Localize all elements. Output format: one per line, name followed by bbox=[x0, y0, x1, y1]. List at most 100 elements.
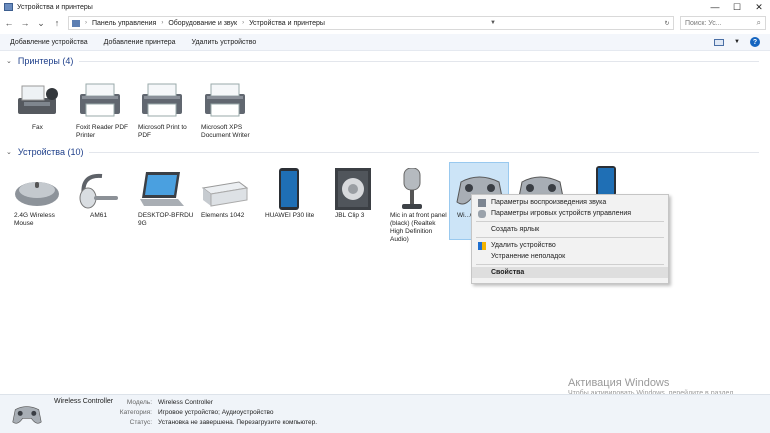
breadcrumb[interactable]: › Панель управления › Оборудование и зву… bbox=[68, 16, 674, 30]
breadcrumb-separator-icon: › bbox=[242, 20, 245, 26]
devices-group-header[interactable]: ⌄ Устройства (10) bbox=[6, 147, 760, 157]
window-title: Устройства и принтеры bbox=[17, 3, 93, 11]
device-label: AM61 bbox=[90, 212, 107, 219]
shield-icon bbox=[478, 242, 486, 250]
devices-window-icon bbox=[4, 3, 13, 11]
printers-group-header[interactable]: ⌄ Принтеры (4) bbox=[6, 56, 760, 66]
hard-drive-icon bbox=[199, 168, 261, 212]
speaker-icon bbox=[478, 199, 486, 207]
speaker-icon bbox=[333, 168, 395, 212]
breadcrumb-separator-icon: › bbox=[85, 20, 87, 26]
close-button[interactable]: ✕ bbox=[748, 0, 770, 14]
device-item-elements[interactable]: Elements 1042 bbox=[199, 168, 261, 220]
printer-icon bbox=[136, 80, 198, 124]
device-label: HUAWEI P30 lite bbox=[265, 212, 315, 219]
breadcrumb-control-panel[interactable]: Панель управления bbox=[92, 20, 156, 27]
context-menu: Параметры воспроизведения звука Параметр… bbox=[471, 194, 669, 284]
breadcrumb-separator-icon: › bbox=[161, 20, 164, 26]
mouse-icon bbox=[12, 168, 74, 212]
group-divider bbox=[79, 60, 760, 62]
menu-separator bbox=[476, 237, 664, 238]
add-device-button[interactable]: Добавление устройства bbox=[10, 39, 88, 46]
device-item-huawei[interactable]: HUAWEI P30 lite bbox=[263, 168, 325, 220]
printer-item-foxit[interactable]: Foxit Reader PDF Printer bbox=[74, 80, 136, 140]
device-item-am61[interactable]: AM61 bbox=[74, 168, 136, 220]
device-label: DESKTOP-BFRDU 9G bbox=[138, 212, 194, 227]
menu-item-create-shortcut[interactable]: Создать ярлык bbox=[472, 224, 668, 235]
activation-title: Активация Windows bbox=[568, 377, 670, 389]
printers-group-title: Принтеры (4) bbox=[17, 56, 74, 66]
breadcrumb-hardware[interactable]: Оборудование и звук bbox=[168, 20, 237, 27]
device-label: Mic in at front panel (black) (Realtek H… bbox=[390, 212, 447, 243]
group-divider bbox=[89, 151, 760, 153]
printer-icon bbox=[199, 80, 261, 124]
title-bar: Устройства и принтеры — ☐ ✕ bbox=[0, 0, 770, 14]
device-label: JBL Clip 3 bbox=[335, 212, 365, 219]
menu-item-remove-device[interactable]: Удалить устройство bbox=[472, 240, 668, 251]
headset-icon bbox=[74, 168, 136, 212]
printer-icon bbox=[74, 80, 136, 124]
category-value: Игровое устройство; Аудиоустройство bbox=[158, 409, 274, 416]
address-bar: ← → ⌄ ↑ › Панель управления › Оборудован… bbox=[0, 14, 770, 32]
device-label: Foxit Reader PDF Printer bbox=[76, 124, 129, 139]
collapse-chevron-icon[interactable]: ⌄ bbox=[6, 148, 12, 156]
back-arrow-icon[interactable]: ← bbox=[4, 18, 14, 28]
menu-item-label: Устранение неполадок bbox=[491, 253, 566, 260]
device-label: Elements 1042 bbox=[201, 212, 245, 219]
control-panel-icon bbox=[72, 19, 80, 27]
history-chevron-icon[interactable]: ⌄ bbox=[36, 18, 46, 29]
device-item-mic[interactable]: Mic in at front panel (black) (Realtek H… bbox=[388, 167, 450, 244]
menu-separator bbox=[476, 221, 664, 222]
category-key: Категория: bbox=[119, 409, 152, 416]
details-title: Wireless Controller bbox=[54, 398, 114, 405]
device-item-jbl[interactable]: JBL Clip 3 bbox=[333, 168, 395, 220]
fax-icon bbox=[12, 80, 74, 124]
menu-item-label: Параметры воспроизведения звука bbox=[491, 199, 607, 206]
status-value: Установка не завершена. Перезагрузите ко… bbox=[158, 419, 318, 426]
devices-group-title: Устройства (10) bbox=[17, 147, 84, 157]
printer-item-fax[interactable]: Fax bbox=[12, 80, 74, 132]
command-bar: Добавление устройства Добавление принтер… bbox=[0, 34, 770, 51]
collapse-chevron-icon[interactable]: ⌄ bbox=[6, 57, 12, 65]
laptop-icon bbox=[136, 168, 198, 212]
menu-item-label: Параметры игровых устройств управления bbox=[491, 210, 632, 217]
menu-item-properties[interactable]: Свойства bbox=[472, 267, 668, 278]
device-item-mouse[interactable]: 2.4G Wireless Mouse bbox=[12, 168, 74, 228]
menu-item-label: Удалить устройство bbox=[491, 242, 556, 249]
search-input[interactable]: Поиск: Ус... ⌕ bbox=[680, 16, 766, 30]
device-label: Microsoft Print to PDF bbox=[138, 124, 187, 139]
help-icon[interactable]: ? bbox=[750, 37, 760, 47]
menu-item-label: Создать ярлык bbox=[491, 226, 540, 233]
menu-item-sound-settings[interactable]: Параметры воспроизведения звука bbox=[472, 197, 668, 208]
menu-item-game-controller-settings[interactable]: Параметры игровых устройств управления bbox=[472, 208, 668, 219]
model-key: Модель: bbox=[126, 399, 152, 406]
printer-item-xps[interactable]: Microsoft XPS Document Writer bbox=[199, 80, 261, 140]
up-arrow-icon[interactable]: ↑ bbox=[52, 18, 62, 28]
device-label: Fax bbox=[32, 124, 43, 131]
device-label: Microsoft XPS Document Writer bbox=[201, 124, 250, 139]
search-placeholder: Поиск: Ус... bbox=[685, 19, 722, 27]
maximize-button[interactable]: ☐ bbox=[726, 0, 748, 14]
status-key: Статус: bbox=[129, 419, 152, 426]
printer-item-ms-pdf[interactable]: Microsoft Print to PDF bbox=[136, 80, 198, 140]
phone-icon bbox=[263, 168, 325, 212]
microphone-icon bbox=[388, 167, 450, 212]
details-properties: Модель: Wireless Controller Категория: Игр… bbox=[116, 398, 317, 428]
forward-arrow-icon[interactable]: → bbox=[20, 18, 30, 28]
view-options-icon[interactable] bbox=[714, 38, 725, 46]
address-dropdown-icon[interactable]: ▼ bbox=[487, 20, 499, 26]
menu-item-troubleshoot[interactable]: Устранение неполадок bbox=[472, 251, 668, 262]
refresh-icon[interactable]: ↻ bbox=[661, 20, 673, 27]
device-label: 2.4G Wireless Mouse bbox=[14, 212, 55, 227]
add-printer-button[interactable]: Добавление принтера bbox=[104, 39, 176, 46]
menu-item-label: Свойства bbox=[491, 269, 525, 276]
menu-separator bbox=[476, 264, 664, 265]
minimize-button[interactable]: — bbox=[704, 0, 726, 14]
device-item-desktop[interactable]: DESKTOP-BFRDU 9G bbox=[136, 168, 198, 228]
breadcrumb-devices[interactable]: Устройства и принтеры bbox=[249, 20, 325, 27]
details-pane: Wireless Controller Модель: Wireless Cont… bbox=[0, 394, 770, 433]
gamepad-icon bbox=[478, 210, 486, 218]
remove-device-button[interactable]: Удалить устройство bbox=[192, 39, 257, 46]
view-dropdown-icon[interactable]: ▼ bbox=[734, 39, 740, 45]
gamepad-icon bbox=[10, 401, 44, 429]
